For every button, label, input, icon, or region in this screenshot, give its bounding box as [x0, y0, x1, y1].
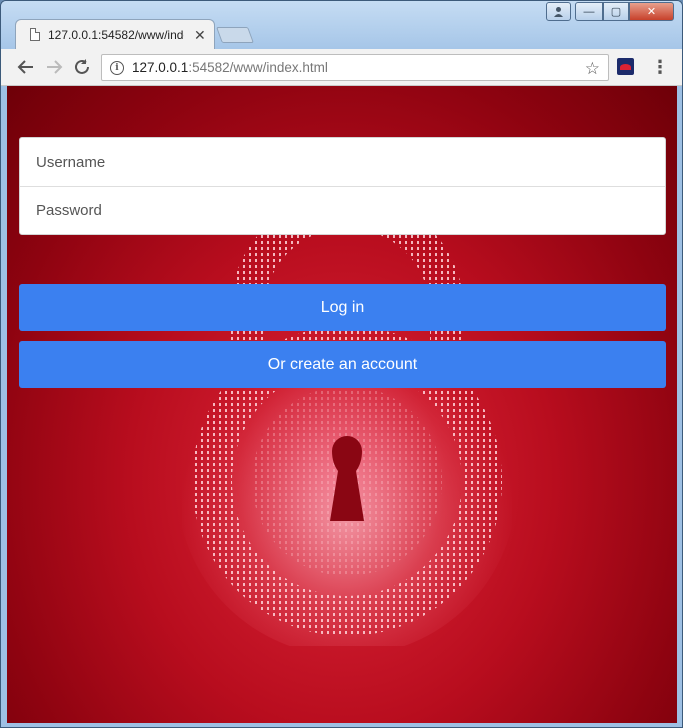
close-window-button[interactable]: ✕: [629, 2, 674, 21]
browser-toolbar: i 127.0.0.1:54582/www/index.html ☆ ⋮: [1, 49, 682, 86]
window-controls: — ▢ ✕: [546, 2, 674, 22]
browser-window: 127.0.0.1:54582/www/index.html ✕ — ▢ ✕ i…: [0, 0, 683, 728]
tab-close-icon[interactable]: ✕: [194, 28, 206, 42]
minimize-button[interactable]: —: [575, 2, 603, 21]
new-tab-button[interactable]: [216, 27, 254, 43]
username-input[interactable]: Username: [20, 138, 665, 186]
menu-kebab-icon[interactable]: ⋮: [651, 57, 669, 78]
padlock-background-icon: [182, 216, 512, 646]
reload-icon[interactable]: [73, 58, 91, 79]
password-input[interactable]: Password: [20, 186, 665, 234]
title-bar: 127.0.0.1:54582/www/index.html ✕ — ▢ ✕: [1, 1, 682, 49]
maximize-button[interactable]: ▢: [603, 2, 629, 21]
create-account-button[interactable]: Or create an account: [19, 341, 666, 388]
extension-icon[interactable]: [617, 58, 634, 75]
address-bar[interactable]: i 127.0.0.1:54582/www/index.html ☆: [101, 54, 609, 81]
back-arrow-icon[interactable]: [17, 58, 35, 79]
user-profile-icon[interactable]: [546, 2, 571, 21]
tab-title: 127.0.0.1:54582/www/index.html: [48, 27, 184, 42]
login-button[interactable]: Log in: [19, 284, 666, 331]
info-icon[interactable]: i: [110, 60, 124, 75]
page-viewport: Username Password Log in Or create an ac…: [7, 86, 677, 723]
bookmark-star-icon[interactable]: ☆: [585, 59, 600, 79]
login-fields: Username Password: [19, 137, 666, 235]
browser-tab[interactable]: 127.0.0.1:54582/www/index.html ✕: [15, 19, 215, 49]
window-frame-bottom: [1, 723, 682, 727]
forward-arrow-icon[interactable]: [45, 58, 63, 79]
url-text: 127.0.0.1:54582/www/index.html: [132, 60, 328, 75]
page-icon: [30, 28, 40, 41]
